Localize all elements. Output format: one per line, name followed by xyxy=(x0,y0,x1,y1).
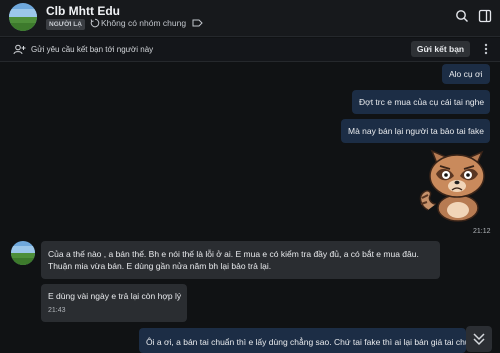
message-line: Của a thế nào , a bán thế. Bh e nói thế … xyxy=(48,249,419,259)
message-time: 21:12 xyxy=(473,228,491,235)
outgoing-message[interactable]: Ôi a ơi, a bán tai chuẩn thì e lấy dùng … xyxy=(139,328,466,353)
incoming-message[interactable]: E dùng vài ngày e trả lại còn hợp lý 21:… xyxy=(41,284,187,322)
send-friend-request-button[interactable]: Gửi kết bạn xyxy=(411,41,470,57)
raccoon-sticker[interactable] xyxy=(418,148,490,222)
message-text: E dùng vài ngày e trả lại còn hợp lý xyxy=(48,291,182,301)
tag-icon[interactable] xyxy=(192,18,203,28)
incoming-message[interactable]: Của a thế nào , a bán thế. Bh e nói thế … xyxy=(41,241,440,279)
message-line: Thuận mia vừa bán. E dùng gần nửa năm bh… xyxy=(48,261,272,271)
contact-name[interactable]: Clb Mhtt Edu xyxy=(46,4,120,18)
chat-header: Clb Mhtt Edu NGƯỜI LẠ Không có nhóm chun… xyxy=(0,0,500,37)
sender-avatar[interactable] xyxy=(11,241,35,265)
outgoing-message[interactable]: Alo cụ ơi xyxy=(442,64,490,84)
scroll-down-button[interactable] xyxy=(466,326,492,352)
stranger-badge: NGƯỜI LẠ xyxy=(46,19,85,30)
search-icon[interactable] xyxy=(455,9,469,23)
outgoing-message[interactable]: Mà nay bán lại người ta bảo tai fake xyxy=(341,119,490,143)
group-icon xyxy=(90,18,100,28)
layout-icon[interactable] xyxy=(478,9,492,23)
outgoing-message[interactable]: Đợt trc e mua của cụ cái tai nghe xyxy=(352,90,490,114)
chevron-down-icon xyxy=(473,333,485,346)
message-time: 21:43 xyxy=(48,307,66,314)
friend-request-bar: Gửi yêu cầu kết bạn tới người này Gửi kế… xyxy=(0,38,500,62)
more-icon[interactable] xyxy=(479,42,493,56)
common-group-text[interactable]: Không có nhóm chung xyxy=(101,18,186,28)
friend-request-text: Gửi yêu cầu kết bạn tới người này xyxy=(31,45,154,54)
contact-avatar[interactable] xyxy=(9,3,37,31)
add-user-icon xyxy=(13,44,26,55)
